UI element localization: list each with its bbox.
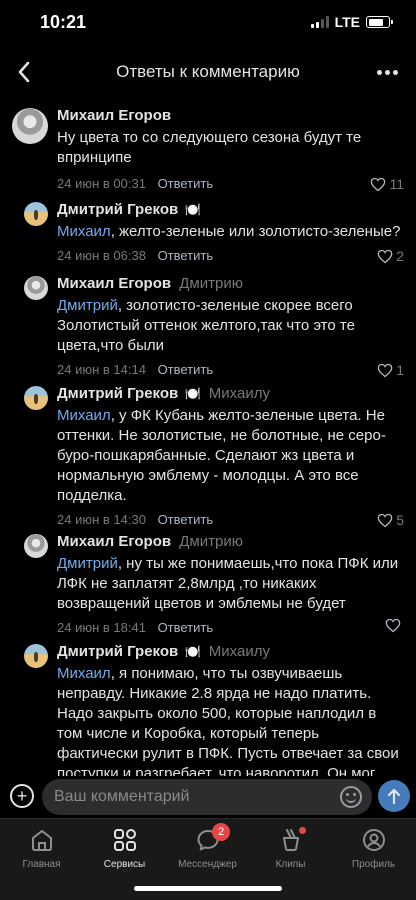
plate-icon: 🍽️ bbox=[184, 644, 201, 659]
unread-badge: 2 bbox=[212, 823, 230, 841]
header: Ответы к комментарию bbox=[0, 48, 416, 96]
avatar[interactable] bbox=[24, 534, 48, 558]
comment-item: Михаил Егоров Ну цвета то со следующего … bbox=[0, 96, 416, 192]
tab-messenger[interactable]: 2 Мессенджер bbox=[166, 823, 249, 870]
comment-input[interactable] bbox=[42, 779, 372, 815]
comment-date: 24 июн в 00:31 bbox=[57, 176, 146, 191]
plus-icon: + bbox=[16, 786, 28, 806]
comment-date: 24 июн в 06:38 bbox=[57, 248, 146, 263]
comment-text: Ну цвета то со следующего сезона будут т… bbox=[57, 129, 362, 166]
comment-item: Дмитрий Греков 🍽️ Михаилу Михаил, я пони… bbox=[0, 632, 416, 776]
like-button[interactable] bbox=[385, 618, 404, 633]
plate-icon: 🍽️ bbox=[184, 202, 201, 217]
comment-meta: 24 июн в 06:38 Ответить 2 bbox=[57, 246, 404, 266]
new-indicator-dot bbox=[299, 827, 306, 834]
reply-to-label[interactable]: Дмитрию bbox=[179, 275, 243, 292]
status-indicators: LTE bbox=[310, 14, 393, 30]
services-icon bbox=[113, 829, 136, 851]
comment-author[interactable]: Дмитрий Греков bbox=[57, 643, 178, 660]
reply-to-label[interactable]: Михаилу bbox=[209, 385, 270, 402]
more-dots-icon bbox=[376, 69, 382, 75]
avatar[interactable] bbox=[24, 276, 48, 300]
tab-label: Клипы bbox=[275, 859, 306, 870]
emoji-icon[interactable] bbox=[340, 786, 362, 808]
mention-link[interactable]: Михаил bbox=[57, 223, 111, 240]
reply-button[interactable]: Ответить bbox=[158, 176, 214, 191]
like-count: 2 bbox=[396, 248, 404, 264]
arrow-up-icon bbox=[387, 788, 401, 804]
profile-icon bbox=[362, 829, 385, 851]
plate-icon: 🍽️ bbox=[184, 386, 201, 401]
tab-label: Сервисы bbox=[103, 859, 146, 870]
tab-label: Главная bbox=[22, 859, 61, 870]
page-title: Ответы к комментарию bbox=[116, 62, 300, 81]
battery-icon bbox=[366, 16, 393, 28]
like-button[interactable]: 2 bbox=[377, 246, 404, 266]
comment-item: Михаил Егоров Дмитрию Дмитрий, золотисто… bbox=[0, 264, 416, 378]
reply-to-label[interactable]: Михаилу bbox=[209, 643, 270, 660]
status-bar: 10:21 LTE bbox=[0, 0, 416, 48]
reply-button[interactable]: Ответить bbox=[158, 248, 214, 263]
avatar[interactable] bbox=[24, 644, 48, 668]
more-options-button[interactable] bbox=[372, 58, 402, 86]
network-label: LTE bbox=[334, 14, 360, 30]
comment-author[interactable]: Михаил Егоров bbox=[57, 533, 171, 550]
tab-home[interactable]: Главная bbox=[0, 827, 83, 870]
home-indicator bbox=[134, 886, 282, 891]
comments-list[interactable]: Михаил Егоров Ну цвета то со следующего … bbox=[0, 96, 416, 776]
comment-item: Дмитрий Греков 🍽️ Михаилу Михаил, у ФК К… bbox=[0, 374, 416, 528]
home-icon bbox=[31, 830, 52, 851]
comment-input-bar: + bbox=[0, 776, 416, 818]
avatar[interactable] bbox=[24, 386, 48, 410]
send-button[interactable] bbox=[378, 780, 410, 812]
mention-link[interactable]: Михаил bbox=[57, 407, 111, 424]
mention-link[interactable]: Дмитрий bbox=[57, 297, 118, 314]
avatar[interactable] bbox=[24, 202, 48, 226]
heart-icon bbox=[377, 249, 393, 263]
tab-profile[interactable]: Профиль bbox=[332, 827, 415, 870]
mention-link[interactable]: Дмитрий bbox=[57, 555, 118, 572]
signal-icon bbox=[310, 16, 329, 28]
comment-author[interactable]: Дмитрий Греков bbox=[57, 385, 178, 402]
comment-text: , желто-зеленые или золотисто-зеленые? bbox=[110, 223, 401, 240]
comment-item: Дмитрий Греков 🍽️ Михаил, желто-зеленые … bbox=[0, 190, 416, 264]
tab-label: Профиль bbox=[351, 859, 396, 870]
tab-clips[interactable]: Клипы bbox=[249, 827, 332, 870]
tab-services[interactable]: Сервисы bbox=[83, 827, 166, 870]
reply-to-label[interactable]: Дмитрию bbox=[179, 533, 243, 550]
comment-author[interactable]: Дмитрий Греков bbox=[57, 201, 178, 218]
add-attachment-button[interactable]: + bbox=[10, 784, 34, 808]
tab-label: Мессенджер bbox=[178, 859, 237, 870]
mention-link[interactable]: Михаил bbox=[57, 665, 111, 682]
status-time: 10:21 bbox=[40, 12, 87, 32]
comment-author[interactable]: Михаил Егоров bbox=[57, 107, 171, 124]
comment-author[interactable]: Михаил Егоров bbox=[57, 275, 171, 292]
comment-item: Михаил Егоров Дмитрию Дмитрий, ну ты же … bbox=[0, 522, 416, 635]
heart-icon bbox=[385, 618, 401, 633]
avatar[interactable] bbox=[12, 108, 48, 144]
